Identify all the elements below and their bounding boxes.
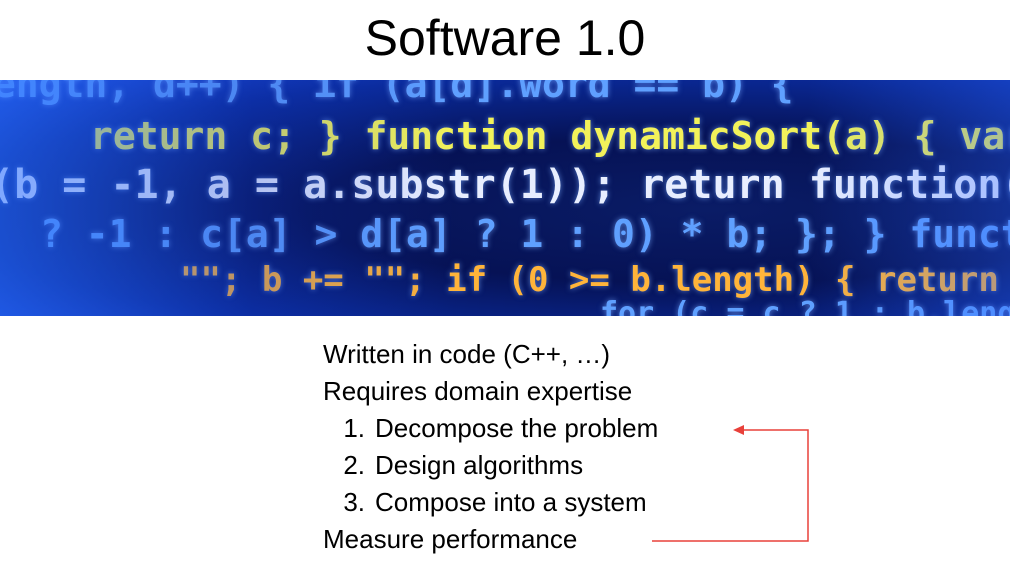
step-item: 1. Decompose the problem: [323, 410, 803, 447]
written-in-code-text: Written in code (C++, …): [323, 339, 611, 369]
measure-performance-text: Measure performance: [323, 524, 578, 554]
slide-title: Software 1.0: [364, 10, 646, 66]
code-line: return c; } function dynamicSort(a) { va…: [90, 114, 1010, 158]
code-line: length, d++) { if (a[d].word == b) {: [0, 80, 794, 106]
code-banner-image: length, d++) { if (a[d].word == b) { ret…: [0, 80, 1010, 316]
code-line: for (c = c ? 1 : b.length;;) { else {: [600, 296, 1010, 316]
content-list: Written in code (C++, …) Requires domain…: [323, 336, 803, 558]
step-number: 3.: [343, 487, 365, 517]
step-number: 2.: [343, 450, 365, 480]
step-item: 3. Compose into a system: [323, 484, 803, 521]
code-line: (b = -1, a = a.substr(1)); return functi…: [0, 162, 1010, 208]
step-item: 2. Design algorithms: [323, 447, 803, 484]
domain-expertise-text: Requires domain expertise: [323, 376, 633, 406]
step-text: Design algorithms: [375, 450, 584, 480]
code-line: ? -1 : c[a] > d[a] ? 1 : 0) * b; }; } fu…: [40, 212, 1010, 256]
step-text: Decompose the problem: [375, 413, 659, 443]
step-text: Compose into a system: [375, 487, 647, 517]
step-number: 1.: [343, 413, 365, 443]
code-line: ""; b += ""; if (0 >= b.length) { return…: [180, 260, 1010, 300]
